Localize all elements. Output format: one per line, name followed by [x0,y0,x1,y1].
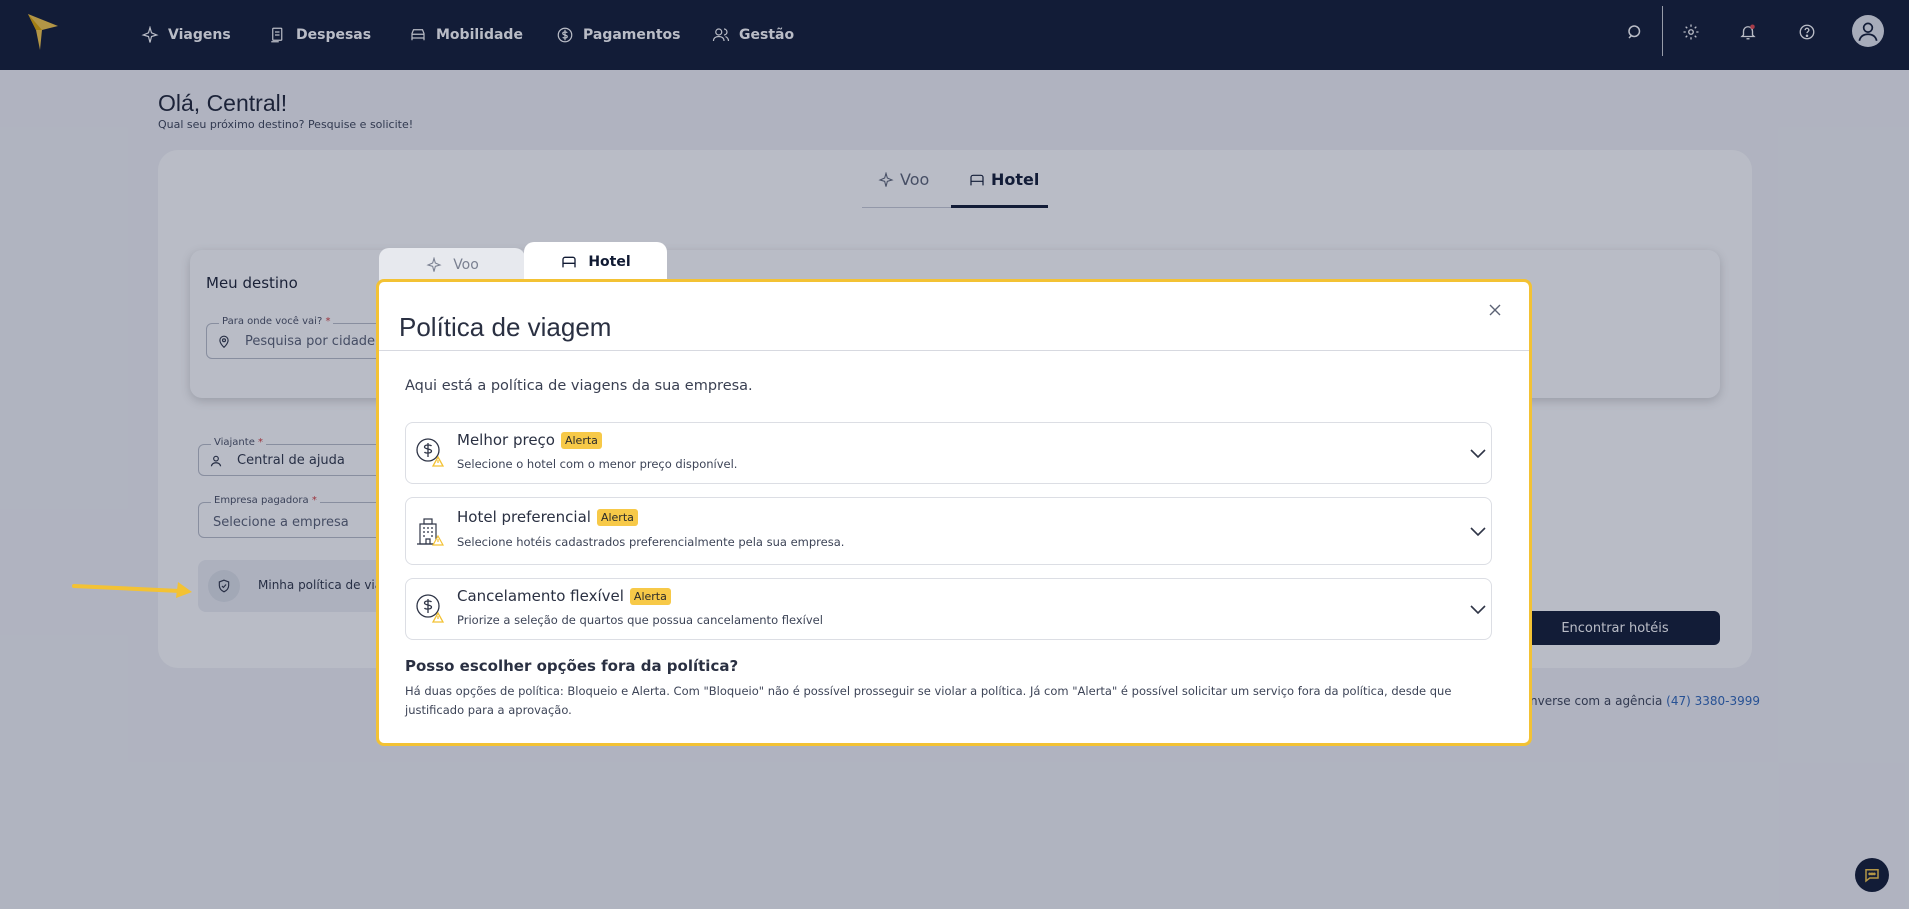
chevron-down-icon[interactable] [1470,527,1486,537]
dollar-alert-icon [416,594,444,623]
alert-badge: Alerta [596,508,638,526]
modal-divider [379,350,1529,351]
alert-badge: Alerta [560,431,602,449]
rule-title: Melhor preço Alerta [457,431,602,449]
close-icon[interactable] [1487,302,1503,318]
modal-tab-hotel[interactable]: Hotel [524,242,667,282]
policy-rule-flexible-cancellation[interactable]: Cancelamento flexível Alerta Priorize a s… [405,578,1492,640]
modal-title: Política de viagem [399,312,612,342]
chevron-down-icon[interactable] [1470,449,1486,459]
rule-description: Selecione hotéis cadastrados preferencia… [457,535,845,549]
rule-title: Hotel preferencial Alerta [457,508,638,526]
policy-rule-best-price[interactable]: Melhor preço Alerta Selecione o hotel com… [405,422,1492,484]
rule-description: Priorize a seleção de quartos que possua… [457,613,823,627]
tab-label: Voo [453,257,479,273]
bed-icon [562,256,576,268]
rule-description: Selecione o hotel com o menor preço disp… [457,457,738,471]
plane-icon [426,257,442,272]
rule-title: Cancelamento flexível Alerta [457,587,671,605]
chevron-down-icon[interactable] [1470,605,1486,615]
travel-policy-modal: Política de viagem Aqui está a política … [376,279,1532,746]
modal-tab-voo[interactable]: Voo [379,248,525,282]
alert-badge: Alerta [629,587,671,605]
policy-rule-preferred-hotel[interactable]: Hotel preferencial Alerta Selecione hotéi… [405,497,1492,565]
hotel-building-icon [417,518,444,546]
tutorial-arrow-icon [72,582,192,598]
tab-label: Hotel [588,254,631,270]
faq-answer: Há duas opções de política: Bloqueio e A… [405,684,1452,717]
dollar-alert-icon [416,438,444,467]
faq-question: Posso escolher opções fora da política? [405,657,739,675]
modal-intro: Aqui está a política de viagens da sua e… [405,378,753,394]
